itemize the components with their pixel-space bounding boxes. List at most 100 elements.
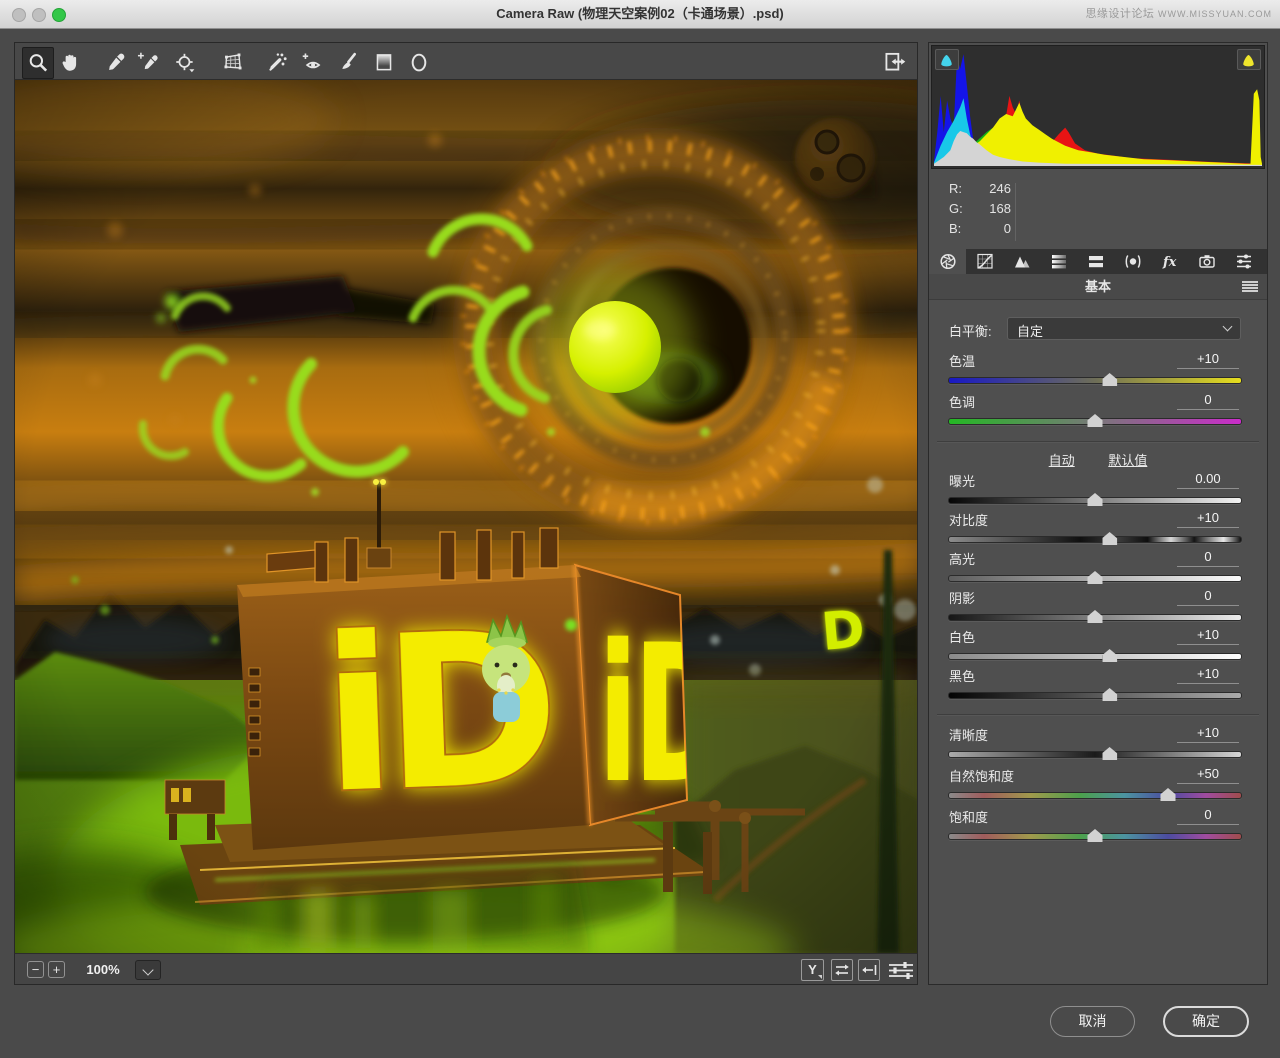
tab-presets[interactable] (1225, 249, 1262, 274)
watermark-site: 思缘设计论坛 (1085, 8, 1158, 20)
slider-contrast: 对比度 +10 (929, 510, 1267, 550)
tab-tone-curve[interactable] (966, 249, 1003, 274)
svg-text:fx: fx (1162, 255, 1177, 270)
slider-thumb[interactable] (1102, 649, 1117, 662)
slider-label: 白色 (949, 627, 975, 646)
slider-value-field[interactable]: +10 (1177, 666, 1239, 684)
slider-thumb[interactable] (1102, 747, 1117, 760)
slider-thumb[interactable] (1088, 414, 1103, 427)
slider-value-field[interactable]: +10 (1177, 725, 1239, 743)
default-link[interactable]: 默认值 (1108, 453, 1147, 468)
slider-thumb[interactable] (1088, 571, 1103, 584)
white-balance-dropdown[interactable]: 自定 (1007, 317, 1241, 340)
zoom-tool-selected[interactable] (22, 47, 54, 79)
ok-button[interactable]: 确定 (1163, 1006, 1249, 1037)
slider-vibrance: 自然饱和度 +50 (929, 766, 1267, 806)
adjustment-brush-tool[interactable] (337, 50, 361, 74)
slider-thumb[interactable] (1161, 788, 1176, 801)
slider-track[interactable] (948, 833, 1242, 840)
slider-track[interactable] (948, 692, 1242, 699)
y-view-label: Y (808, 962, 817, 977)
camera-icon (1198, 253, 1216, 270)
slider-track[interactable] (948, 614, 1242, 621)
slider-track[interactable] (948, 377, 1242, 384)
preview-preferences-button[interactable] (887, 962, 915, 979)
hand-tool[interactable] (58, 50, 82, 74)
graduated-filter-tool[interactable] (372, 50, 396, 74)
tab-basic[interactable] (929, 249, 966, 274)
slider-track[interactable] (948, 418, 1242, 425)
shadow-clipping-button[interactable] (935, 49, 959, 70)
slider-thumb[interactable] (1102, 688, 1117, 701)
slider-track[interactable] (948, 792, 1242, 799)
highlight-clipping-button[interactable] (1237, 49, 1261, 70)
slider-thumb[interactable] (1088, 610, 1103, 623)
slider-label: 阴影 (949, 588, 975, 607)
spot-removal-tool[interactable] (265, 50, 289, 74)
slider-value-field[interactable]: +10 (1177, 510, 1239, 528)
radial-filter-tool[interactable] (407, 50, 431, 74)
slider-value-field[interactable]: 0.00 (1177, 471, 1239, 489)
zoom-level-dropdown[interactable] (135, 960, 161, 980)
slider-label: 清晰度 (949, 725, 988, 744)
preview-canvas[interactable]: D (14, 80, 918, 953)
slider-track[interactable] (948, 536, 1242, 543)
slider-track[interactable] (948, 575, 1242, 582)
triangles-icon (1013, 253, 1031, 270)
auto-link[interactable]: 自动 (1049, 453, 1075, 468)
tab-camera-calibration[interactable] (1188, 249, 1225, 274)
slider-label: 对比度 (949, 510, 988, 529)
slider-value-field[interactable]: 0 (1177, 807, 1239, 825)
slider-track[interactable] (948, 653, 1242, 660)
hamburger-menu-icon[interactable] (1242, 281, 1258, 292)
cancel-button[interactable]: 取消 (1050, 1006, 1135, 1037)
slider-label: 色调 (949, 392, 975, 411)
swap-before-after-button[interactable] (831, 959, 853, 981)
slider-label: 色温 (949, 351, 975, 370)
watermark-url: WWW.MISSYUAN.COM (1158, 9, 1272, 19)
tab-lens-corrections[interactable] (1114, 249, 1151, 274)
slider-thumb[interactable] (1102, 373, 1117, 386)
slider-value-field[interactable]: 0 (1177, 392, 1239, 410)
tab-split-toning[interactable] (1077, 249, 1114, 274)
slider-track[interactable] (948, 497, 1242, 504)
section-divider (937, 714, 1259, 715)
gradient-square-icon (372, 50, 396, 74)
color-sampler-tool[interactable] (136, 50, 160, 74)
slider-value-field[interactable]: +10 (1177, 627, 1239, 645)
fx-icon: fx (1161, 253, 1179, 270)
slider-thumb[interactable] (1102, 532, 1117, 545)
slider-thumb[interactable] (1088, 829, 1103, 842)
rgb-green-row: G:168 (949, 201, 1015, 216)
tab-hsl-grayscale[interactable] (1040, 249, 1077, 274)
zoom-in-button[interactable]: + (48, 961, 65, 978)
before-after-view-button[interactable]: Y (801, 959, 824, 981)
curve-grid-icon (976, 253, 994, 270)
tab-effects[interactable]: fx (1151, 249, 1188, 274)
rgb-red-row: R:246 (949, 181, 1015, 196)
slider-value-field[interactable]: 0 (1177, 588, 1239, 606)
healing-brush-icon (265, 50, 289, 74)
slider-value-field[interactable]: 0 (1177, 549, 1239, 567)
transform-tool[interactable] (221, 50, 245, 74)
white-balance-tool[interactable] (104, 50, 128, 74)
panel-header: 基本 (929, 274, 1267, 300)
slider-thumb[interactable] (1088, 493, 1103, 506)
slider-value-field[interactable]: +10 (1177, 351, 1239, 369)
plus-icon: + (53, 962, 61, 977)
tab-detail[interactable] (1003, 249, 1040, 274)
toggle-fullscreen-button[interactable] (881, 49, 907, 75)
red-eye-tool[interactable] (300, 50, 324, 74)
copy-settings-button[interactable] (858, 959, 880, 981)
slider-track[interactable] (948, 751, 1242, 758)
camera-raw-dialog: Camera Raw (物理天空案例02（卡通场景）.psd) 思缘设计论坛 W… (0, 0, 1280, 1058)
zoom-out-button[interactable]: − (27, 961, 44, 978)
slider-blacks: 黑色 +10 (929, 666, 1267, 706)
aperture-icon (939, 253, 957, 270)
hand-icon (58, 50, 82, 74)
slider-value-field[interactable]: +50 (1177, 766, 1239, 784)
sliders-icon (887, 962, 915, 979)
adjustments-panel: R:246 G:168 B:0 fx (928, 42, 1268, 985)
targeted-adjustment-tool[interactable] (173, 50, 197, 74)
magnifier-icon (26, 51, 50, 75)
